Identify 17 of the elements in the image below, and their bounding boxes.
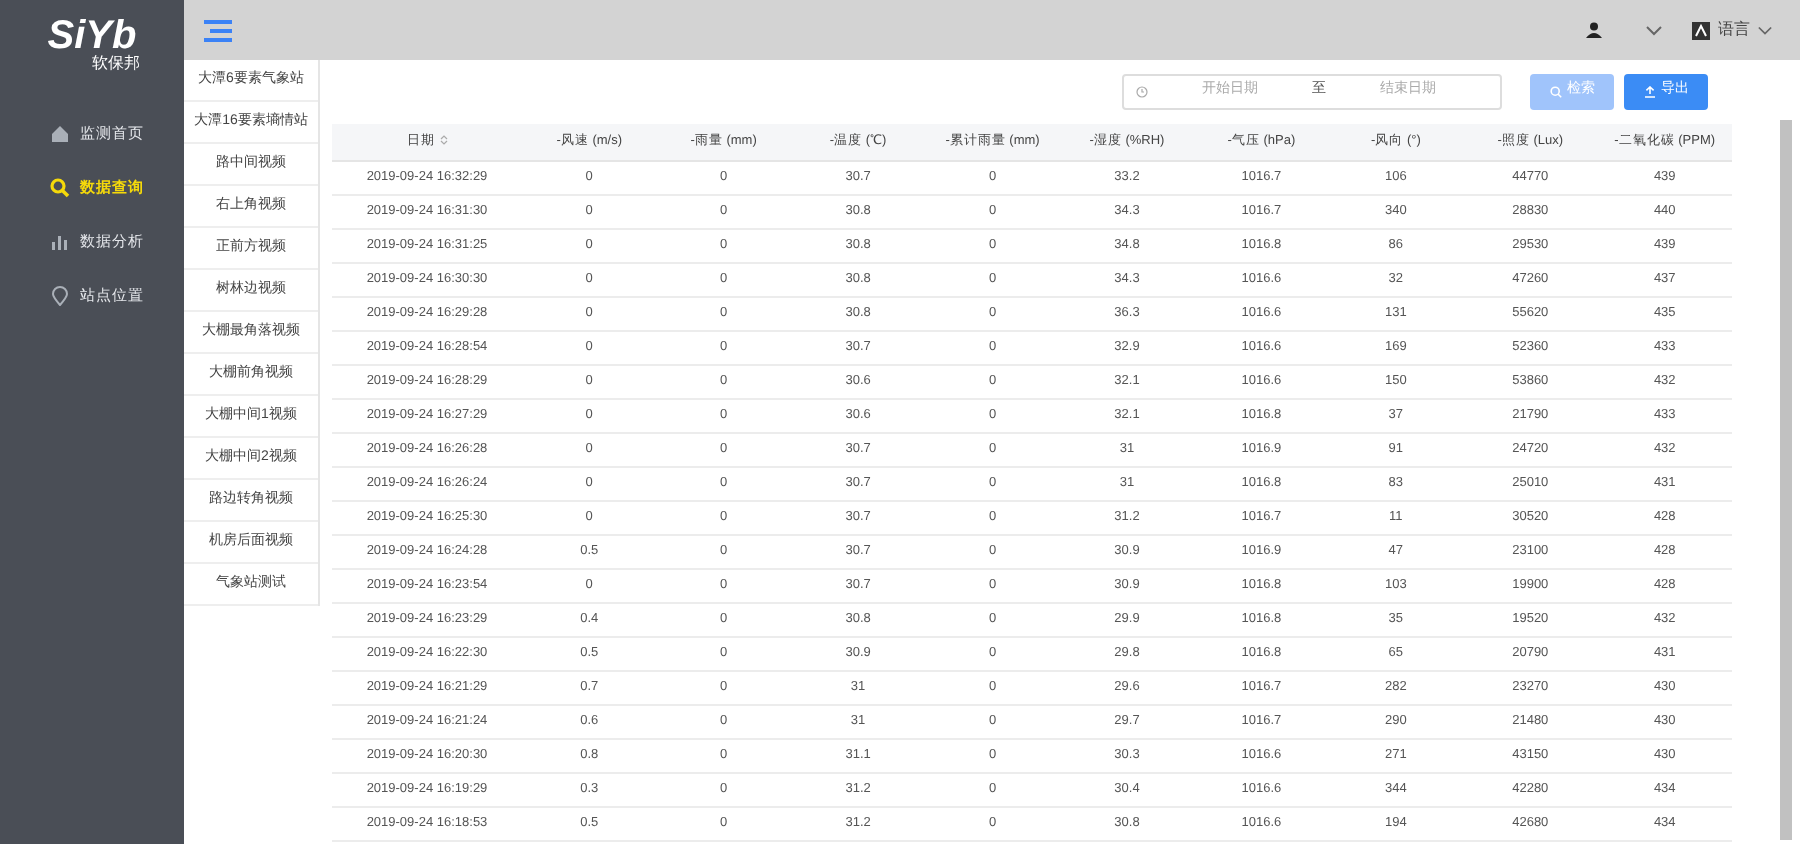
logo-text: SiYb: [47, 16, 137, 56]
search-icon: [50, 178, 70, 198]
language-icon[interactable]: [1692, 21, 1710, 39]
language-menu[interactable]: 语言: [1718, 18, 1750, 42]
menu-icon[interactable]: [204, 19, 232, 41]
chevron-down-icon[interactable]: [1646, 25, 1662, 35]
clock-icon: [1136, 85, 1148, 97]
sort-icon[interactable]: [439, 134, 447, 147]
search-icon: [1549, 85, 1561, 97]
scrollbar[interactable]: [1780, 120, 1792, 840]
bar-chart-icon: [50, 232, 70, 252]
chevron-down-icon[interactable]: [1758, 25, 1772, 35]
logo-subtitle: 软保邦: [92, 56, 140, 72]
location-pin-icon: [50, 286, 70, 306]
home-icon: [50, 124, 70, 144]
user-icon[interactable]: [1586, 22, 1602, 38]
upload-icon: [1643, 85, 1655, 97]
